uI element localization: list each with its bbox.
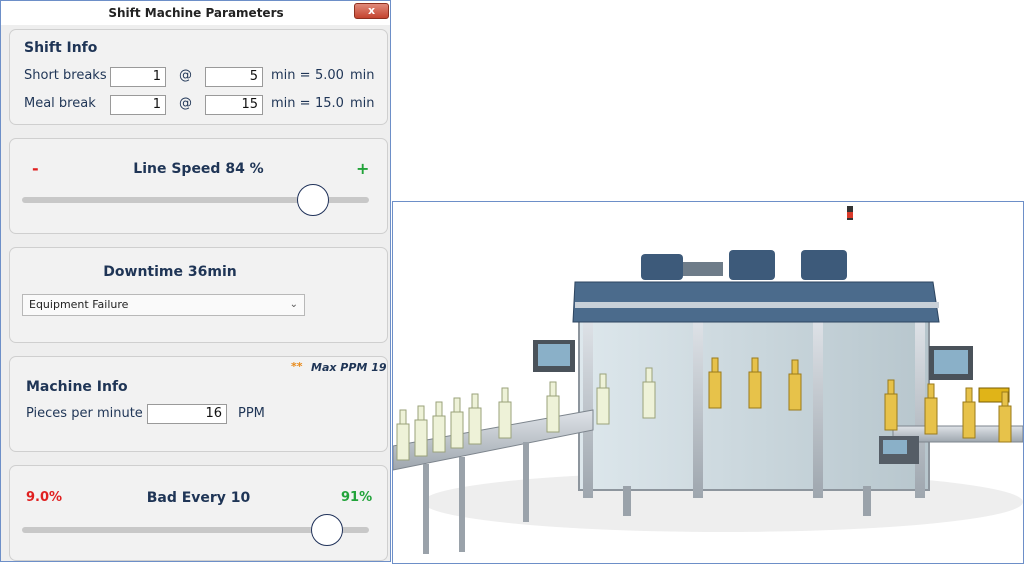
short-breaks-unit: min bbox=[350, 68, 375, 83]
downtime-title: Downtime 36min bbox=[103, 264, 237, 280]
machine-info-title: Machine Info bbox=[26, 379, 128, 395]
line-speed-slider-knob[interactable] bbox=[297, 184, 330, 216]
short-breaks-at: @ bbox=[179, 68, 192, 83]
close-button[interactable]: x bbox=[354, 3, 389, 19]
meal-break-unit: min bbox=[350, 96, 375, 111]
short-breaks-label: Short breaks bbox=[24, 68, 107, 83]
max-ppm-marker: ** bbox=[291, 360, 303, 373]
shift-info-title: Shift Info bbox=[24, 40, 98, 56]
meal-break-eq: min = bbox=[271, 96, 311, 111]
downtime-reason-value: Equipment Failure bbox=[29, 298, 129, 311]
meal-break-minutes-input[interactable]: 15 bbox=[205, 95, 263, 115]
machine-info-panel: ** Max PPM 19 Machine Info Pieces per mi… bbox=[9, 356, 388, 452]
short-breaks-total: 5.00 bbox=[315, 68, 344, 83]
line-speed-panel: - Line Speed 84 % + bbox=[9, 138, 388, 234]
shift-info-panel: Shift Info Short breaks 1 @ 5 min = 5.00… bbox=[9, 29, 388, 125]
window-title: Shift Machine Parameters bbox=[108, 6, 284, 20]
quality-panel: 9.0% Bad Every 10 91% bbox=[9, 465, 388, 561]
good-percent: 91% bbox=[341, 490, 373, 505]
bottling-machine-image bbox=[392, 201, 1024, 564]
short-breaks-minutes-input[interactable]: 5 bbox=[205, 67, 263, 87]
increase-speed-button[interactable]: + bbox=[356, 159, 369, 178]
line-speed-label: Line Speed 84 % bbox=[133, 161, 264, 177]
bottling-machine-illustration bbox=[393, 206, 1023, 554]
bad-every-label: Bad Every 10 bbox=[146, 490, 251, 506]
shift-machine-parameters-window: Shift Machine Parameters x Shift Info Sh… bbox=[0, 0, 391, 562]
meal-break-at: @ bbox=[179, 96, 192, 111]
meal-break-count-input[interactable]: 1 bbox=[110, 95, 166, 115]
ppm-label: Pieces per minute bbox=[26, 406, 143, 421]
short-breaks-eq: min = bbox=[271, 68, 311, 83]
quality-slider-knob[interactable] bbox=[311, 514, 344, 546]
title-bar: Shift Machine Parameters x bbox=[1, 1, 390, 25]
chevron-down-icon: ⌄ bbox=[289, 299, 298, 310]
ppm-unit: PPM bbox=[238, 406, 265, 421]
max-ppm-note: Max PPM 19 bbox=[311, 361, 387, 374]
downtime-panel: Downtime 36min Equipment Failure ⌄ bbox=[9, 247, 388, 343]
ppm-input[interactable]: 16 bbox=[147, 404, 227, 424]
meal-break-label: Meal break bbox=[24, 96, 96, 111]
meal-break-total: 15.0 bbox=[315, 96, 344, 111]
downtime-reason-select[interactable]: Equipment Failure ⌄ bbox=[22, 294, 305, 316]
short-breaks-count-input[interactable]: 1 bbox=[110, 67, 166, 87]
